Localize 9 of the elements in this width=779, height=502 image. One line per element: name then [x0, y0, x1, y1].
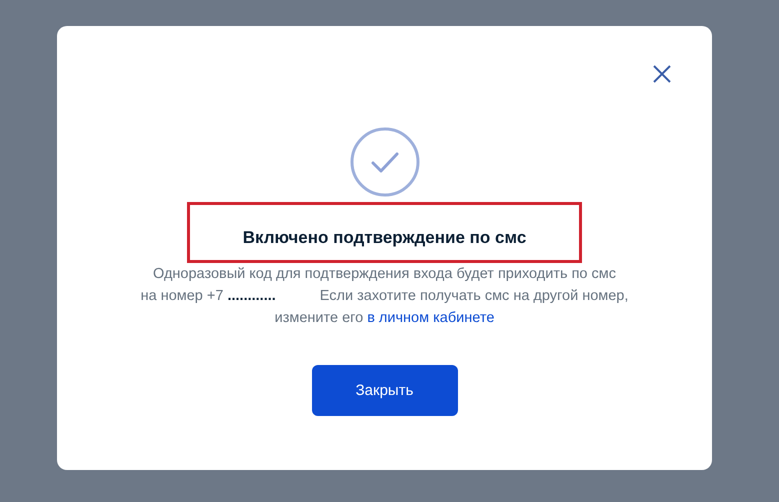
checkmark-circle-icon — [350, 127, 420, 197]
message-text: на номер +7 ............ — [140, 287, 276, 306]
message-text: измените его в личном кабинете — [274, 309, 494, 328]
close-button[interactable]: Закрыть — [312, 365, 458, 416]
close-icon[interactable] — [652, 64, 672, 84]
message-text: Одноразовый код для подтверждения входа будет приходить по смс — [153, 265, 616, 284]
dialog-title: Включено подтверждение по смс — [242, 228, 526, 248]
account-link[interactable]: в личном кабинете — [367, 310, 494, 326]
message-text: Если захотите получать смс на другой номер, — [320, 287, 628, 306]
